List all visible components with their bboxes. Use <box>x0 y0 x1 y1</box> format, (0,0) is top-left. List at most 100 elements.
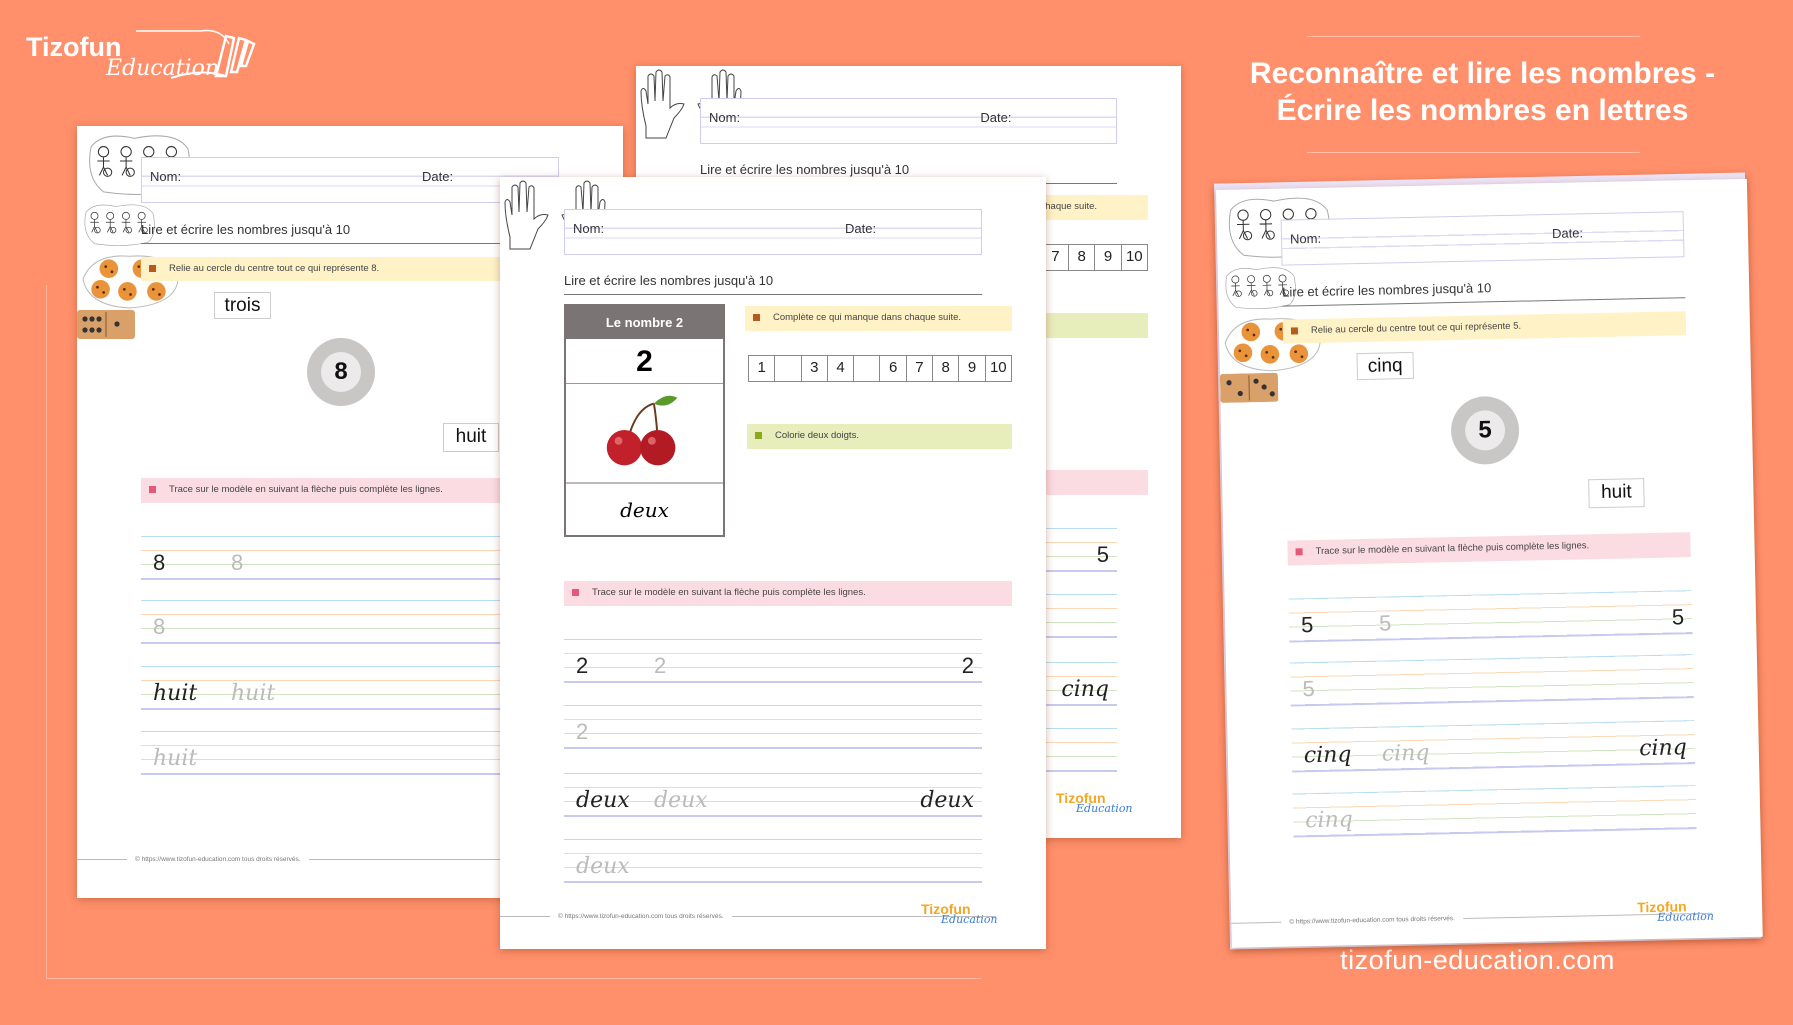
word-card: cinq <box>1356 351 1414 381</box>
name-label: Nom: <box>573 221 605 236</box>
website-url[interactable]: tizofun-education.com <box>1290 945 1665 976</box>
sequence-cell[interactable] <box>775 356 802 381</box>
instruction-text: Relie au cercle du centre tout ce qui re… <box>169 263 380 274</box>
word-card: huit <box>1588 478 1645 509</box>
instruction-text: Relie au cercle du centre tout ce qui re… <box>1310 320 1522 337</box>
model-digit: 8 <box>153 550 166 575</box>
bullet-icon <box>755 432 762 439</box>
headline-rule-bottom <box>1307 152 1640 153</box>
bullet-icon <box>753 314 760 321</box>
domino-image <box>77 310 135 339</box>
instruction-bar: Trace sur le modèle en suivant la flèche… <box>564 581 1012 606</box>
tracing-row[interactable]: 5 <box>1289 654 1694 707</box>
model-digit: 2 <box>576 719 589 744</box>
worksheet-card: Nom: Date: Lire et écrire les nombres jusq… <box>1216 178 1763 948</box>
sequence-cell: 10 <box>989 359 1007 376</box>
tizofun-logo: Tizofun Education <box>921 901 998 926</box>
sequence-cell: 10 <box>1125 248 1143 265</box>
model-word: cinq <box>1304 807 1354 834</box>
end-digit: 5 <box>1096 542 1109 567</box>
traced-digit: 8 <box>231 550 244 575</box>
tracing-row[interactable]: 2 <box>564 705 982 749</box>
date-label: Date: <box>980 110 1012 125</box>
worksheet-heading: Lire et écrire les nombres jusqu'à 10 <box>141 222 559 244</box>
worksheet-heading: Lire et écrire les nombres jusqu'à 10 <box>1281 276 1686 307</box>
tracing-row[interactable]: deux <box>564 839 982 883</box>
footer-text: © https://www.tizofun-education.com tous… <box>135 856 301 863</box>
sequence-cell: 8 <box>933 356 960 381</box>
traced-word: cinq <box>1381 740 1430 767</box>
instruction-bar: Trace sur le modèle en suivant la flèche… <box>1287 532 1691 566</box>
tracing-row[interactable]: deux deux deux <box>564 773 982 817</box>
model-word: cinq <box>1303 742 1352 769</box>
domino-image <box>1219 372 1279 403</box>
tracing-row[interactable]: huit <box>141 731 559 775</box>
sequence-cell: 7 <box>1043 245 1070 270</box>
frame-line-left <box>46 285 47 978</box>
traced-digit: 5 <box>1378 610 1392 636</box>
tracing-row[interactable]: 5 5 5 <box>1288 590 1693 643</box>
model-word: deux <box>576 788 630 813</box>
instruction-bar: Complète ce qui manque dans chaque suite… <box>745 306 1012 331</box>
model-digit: 5 <box>1300 612 1314 638</box>
copyright-footer: © https://www.tizofun-education.com tous… <box>77 856 573 863</box>
instruction-bar: Relie au cercle du centre tout ce qui re… <box>141 257 559 281</box>
bullet-icon <box>1290 327 1299 335</box>
sequence-cell: 8 <box>1069 245 1096 270</box>
sequence-cell: 6 <box>880 356 907 381</box>
name-date-box: Nom: Date: <box>141 157 559 203</box>
center-number: 8 <box>320 351 362 393</box>
worksheet-heading: Lire et écrire les nombres jusqu'à 10 <box>564 273 982 295</box>
logo-word: Education <box>1076 802 1133 815</box>
date-label: Date: <box>1551 225 1584 241</box>
footer-text: © https://www.tizofun-education.com tous… <box>1289 915 1455 926</box>
model-digit: 8 <box>153 614 166 639</box>
name-label: Nom: <box>709 110 741 125</box>
name-label: Nom: <box>1289 230 1322 247</box>
word-card: huit <box>443 423 499 452</box>
number-card-digit: 2 <box>566 339 723 384</box>
sequence-cell: 9 <box>1095 245 1122 270</box>
tracing-row[interactable]: 88 <box>141 536 559 580</box>
sequence-cell: 4 <box>828 356 855 381</box>
name-date-box: Nom: Date: <box>1280 211 1685 266</box>
tracing-row[interactable]: 8 <box>141 600 559 644</box>
instruction-text: Trace sur le modèle en suivant la flèche… <box>169 484 443 495</box>
date-label: Date: <box>422 169 454 184</box>
brand-logo: Tizofun Education <box>26 26 256 82</box>
model-word: huit <box>153 681 198 706</box>
sequence-cell[interactable] <box>854 356 881 381</box>
model-word: deux <box>576 854 630 879</box>
sequence-cell: 1 <box>749 356 776 381</box>
tracing-row[interactable]: cinq <box>1292 785 1697 838</box>
instruction-text: Colorie deux doigts. <box>775 430 859 441</box>
model-digit: 2 <box>576 653 589 678</box>
book-icon <box>136 29 256 79</box>
bullet-icon <box>572 589 579 596</box>
number-card-title: Le nombre 2 <box>566 306 723 339</box>
footer-text: © https://www.tizofun-education.com tous… <box>558 913 724 920</box>
number-card-word: deux <box>620 498 669 522</box>
instruction-bar: Colorie deux doigts. <box>747 424 1012 449</box>
footer-rule <box>77 859 127 860</box>
instruction-text: Trace sur le modèle en suivant la flèche… <box>592 587 866 598</box>
name-date-box: Nom: Date: <box>700 98 1117 144</box>
number-card: Le nombre 2 2 deux <box>564 304 725 537</box>
center-number: 5 <box>1464 409 1506 452</box>
end-word: cinq <box>1061 677 1109 702</box>
tracing-row[interactable]: 2 2 2 <box>564 639 982 683</box>
headline-line-2: Écrire les nombres en lettres <box>1276 94 1689 127</box>
tracing-row[interactable]: huit huit <box>141 666 559 710</box>
footer-rule <box>1231 921 1282 924</box>
instruction-text: Trace sur le modèle en suivant la flèche… <box>1315 540 1590 557</box>
logo-word: Education <box>1657 909 1714 924</box>
tracing-row[interactable]: cinq cinq cinq <box>1291 720 1696 773</box>
instruction-bar: Relie au cercle du centre tout ce qui re… <box>1282 311 1687 344</box>
sequence-cell: 3 <box>802 356 828 381</box>
number-sequence: 1 3 4 6 7 8 9 10 <box>748 355 1012 382</box>
headline: Reconnaître et lire les nombres - Écrire… <box>1190 55 1775 129</box>
instruction-text: Complète ce qui manque dans chaque suite… <box>773 312 962 323</box>
traced-word: deux <box>654 788 708 813</box>
tizofun-logo: Tizofun Education <box>1637 898 1714 925</box>
bullet-icon <box>149 265 156 272</box>
